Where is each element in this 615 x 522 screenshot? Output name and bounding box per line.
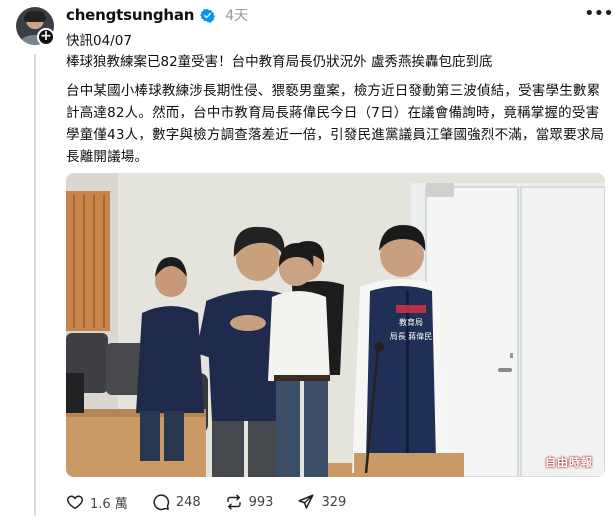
- comment-bubble-icon: [153, 494, 169, 511]
- vest-label-line2: 局長 蔣偉民: [390, 331, 433, 341]
- like-button[interactable]: 1.6 萬: [62, 490, 132, 514]
- comment-button[interactable]: 248: [148, 490, 205, 514]
- username[interactable]: chengtsunghan: [66, 6, 194, 24]
- thread-line: [34, 54, 36, 516]
- photo-watermark: 自由時報: [545, 456, 593, 469]
- like-count: 1.6 萬: [90, 496, 128, 512]
- post-time[interactable]: 4天: [225, 5, 248, 25]
- repost-icon: [226, 494, 241, 510]
- action-bar: 1.6 萬 248 993 329: [62, 490, 366, 514]
- repost-count: 993: [248, 494, 274, 510]
- share-button[interactable]: 329: [293, 490, 350, 514]
- post-headline: 棒球狼教練案已82童受害！台中教育局長仍狀況外 盧秀燕挨轟包庇到底: [66, 54, 493, 70]
- more-horizontal-icon[interactable]: •••: [584, 3, 614, 24]
- post-body: 台中某國小棒球教練涉長期性侵、猥褻男童案，檢方近日發動第三波偵結，受害學生數累計…: [66, 83, 605, 165]
- post-photo[interactable]: 教育局 局長 蔣偉民 自由時報: [66, 173, 605, 477]
- vest-label-line1: 教育局: [399, 317, 423, 327]
- share-count: 329: [321, 494, 347, 510]
- avatar-hair: [24, 11, 46, 22]
- repost-button[interactable]: 993: [221, 490, 278, 514]
- send-icon: [298, 494, 314, 509]
- vest-badge: [396, 305, 426, 313]
- comment-count: 248: [175, 494, 201, 510]
- heart-icon: [67, 495, 83, 510]
- plus-icon[interactable]: +: [37, 28, 55, 46]
- post-header: chengtsunghan 4天: [66, 5, 248, 25]
- post-text-line1: 快訊04/07: [66, 33, 132, 49]
- photo-scene: 教育局 局長 蔣偉民: [66, 173, 605, 477]
- verified-badge-icon: [200, 8, 216, 23]
